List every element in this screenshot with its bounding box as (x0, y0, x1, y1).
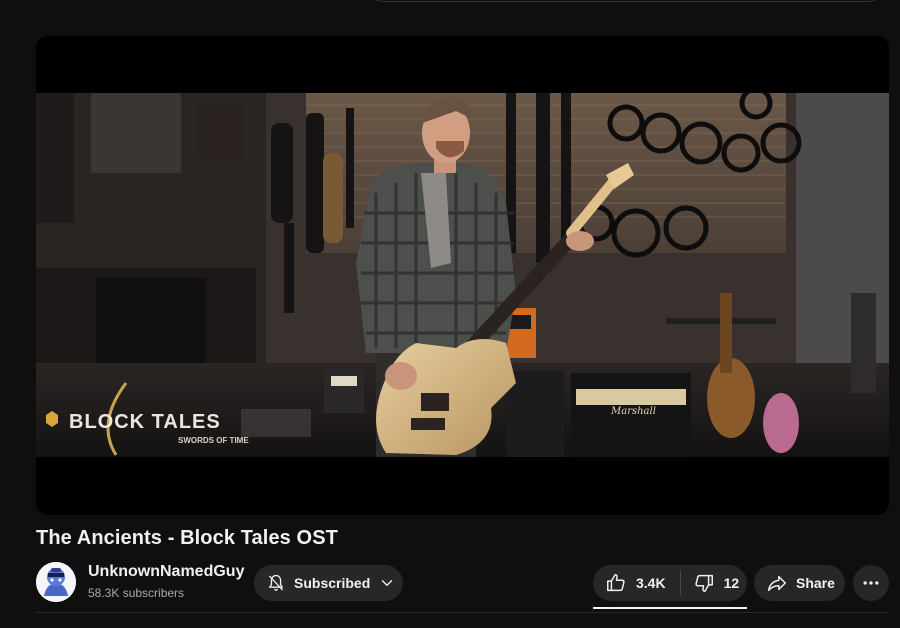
share-arrow-icon (768, 575, 786, 592)
dislike-count: 12 (723, 575, 740, 591)
video-player[interactable]: Marshall BLOCK TALES SWORDS OF TIME (36, 36, 889, 515)
thumbs-down-icon (694, 574, 713, 592)
video-frame[interactable]: Marshall BLOCK TALES SWORDS OF TIME (36, 93, 889, 457)
more-horizontal-icon (863, 581, 879, 585)
swords-of-time-text: SWORDS OF TIME (178, 436, 249, 445)
like-button[interactable]: 3.4K (593, 565, 666, 601)
subscribed-button[interactable]: Subscribed (254, 565, 403, 601)
dislike-button[interactable]: 12 (681, 565, 740, 601)
block-tales-logo-text: BLOCK TALES (69, 411, 221, 433)
share-label: Share (796, 575, 835, 591)
channel-avatar[interactable] (36, 562, 76, 602)
channel-name[interactable]: UnknownNamedGuy (88, 563, 244, 581)
share-button[interactable]: Share (754, 565, 845, 601)
cartoon-avatar-icon (36, 562, 76, 602)
marshall-amp-logo: Marshall (610, 406, 656, 417)
search-bar-edge (366, 0, 886, 2)
bell-slash-icon (268, 574, 284, 591)
chevron-down-icon (382, 580, 393, 586)
like-count: 3.4K (636, 575, 666, 591)
like-dislike-group: 3.4K 12 (593, 565, 747, 601)
subscriber-count: 58.3K subscribers (88, 586, 185, 600)
subscribed-label: Subscribed (294, 575, 371, 591)
more-actions-button[interactable] (853, 565, 889, 601)
section-divider (36, 612, 889, 613)
video-scene: Marshall BLOCK TALES SWORDS OF TIME (36, 93, 889, 457)
thumbs-up-icon (607, 574, 625, 592)
video-title: The Ancients - Block Tales OST (36, 527, 338, 549)
like-active-indicator (593, 607, 747, 609)
